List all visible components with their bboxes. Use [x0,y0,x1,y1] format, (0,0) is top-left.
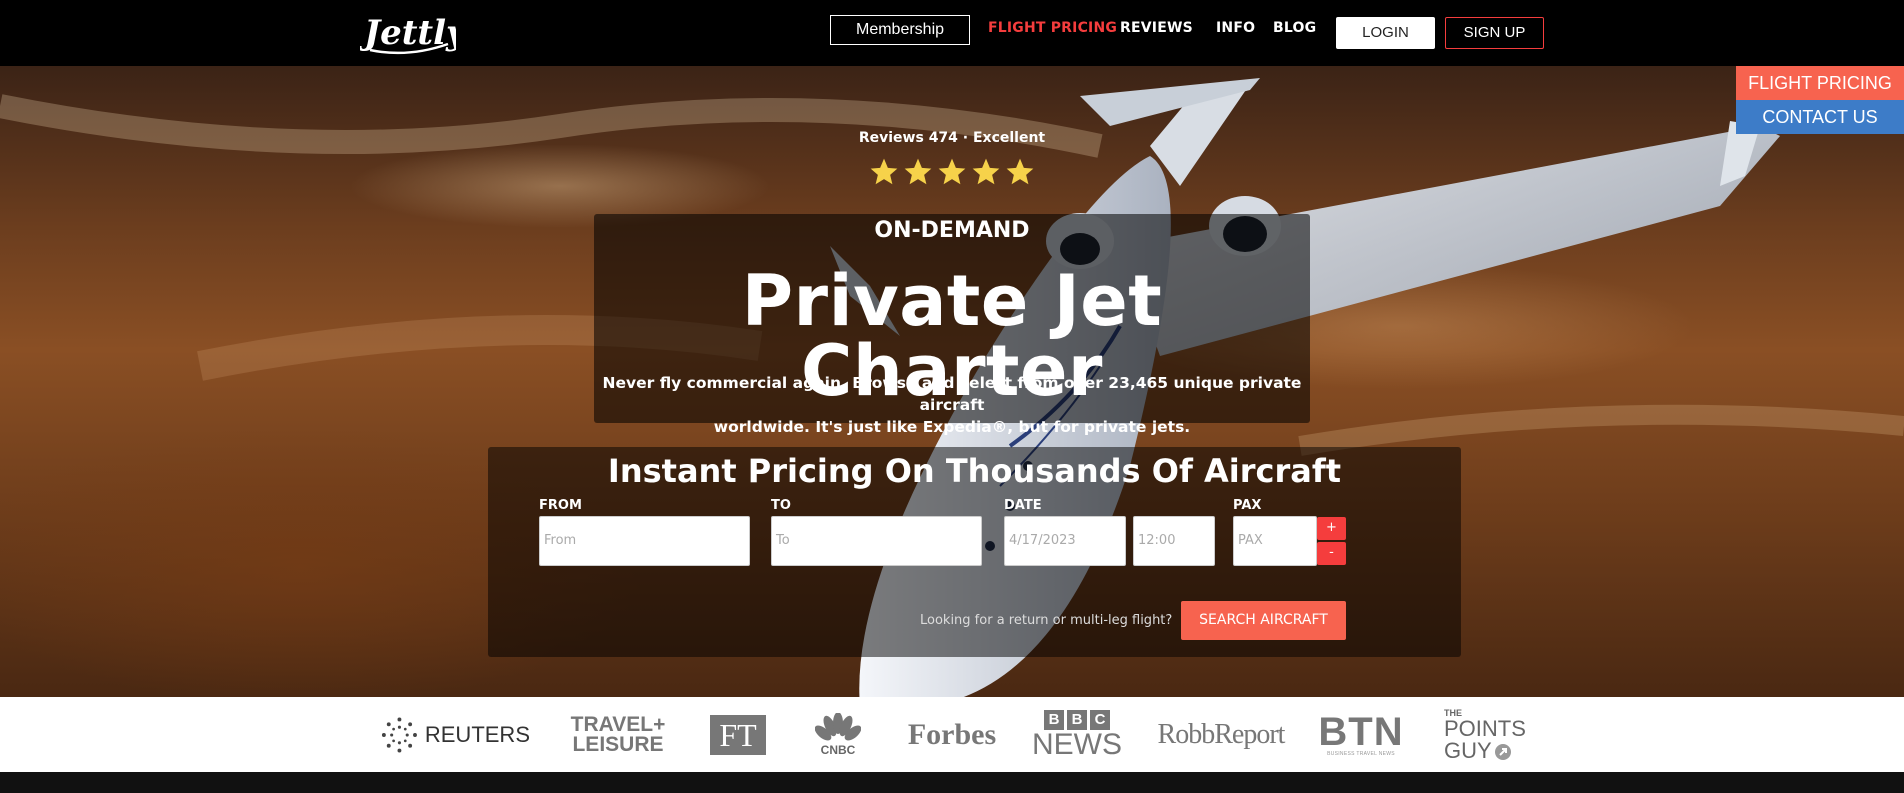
robb-report-text: RobbReport [1157,718,1286,750]
side-tab-flight-pricing[interactable]: FLIGHT PRICING [1736,66,1904,100]
travel-leisure-text: TRAVEL+ [570,712,666,736]
reviews-summary[interactable]: Reviews 474 · Excellent [0,130,1904,146]
nav-link-info[interactable]: INFO [1216,20,1255,36]
star-icon [972,158,1000,185]
from-input[interactable]: From [539,516,750,566]
cnbc-text: CNBC [820,742,856,757]
flight-search-form: Instant Pricing On Thousands Of Aircraft… [488,447,1461,657]
pax-label: PAX [1233,498,1262,513]
pax-input[interactable]: PAX [1233,516,1317,566]
hero-subtitle-line: worldwide. It's just like Expedia®, but … [713,418,1191,436]
btn-logo: BTN BUSINESS TRAVEL NEWS [1318,697,1404,772]
login-button[interactable]: LOGIN [1336,17,1435,49]
rating-stars [868,156,1036,188]
bbc-news-text: NEWS [1032,727,1122,761]
top-navbar: Jettly Membership FLIGHT PRICING REVIEWS… [0,0,1904,66]
from-label: FROM [539,498,582,513]
forbes-text: Forbes [907,717,997,751]
ft-text: FT [710,714,766,755]
side-tab-contact-us[interactable]: CONTACT US [1736,100,1904,134]
btn-text: BTN [1318,709,1404,754]
cnbc-peacock-icon [815,712,861,740]
date-label: DATE [1004,498,1042,513]
pax-increment-button[interactable]: + [1317,517,1346,540]
press-logos-bar: REUTERS TRAVEL+ LEISURE FT CNBC Forbes B… [0,697,1904,772]
reuters-text: REUTERS [424,721,530,747]
hero-subtitle-line: Never fly commercial again. Browse and s… [602,374,1302,414]
travel-leisure-text: LEISURE [572,732,664,756]
points-guy-text: POINTS [1444,715,1526,741]
reuters-logo: REUTERS [380,697,530,772]
date-input[interactable]: 4/17/2023 [1004,516,1126,566]
travel-leisure-logo: TRAVEL+ LEISURE [570,697,666,772]
dark-footer-strip [0,772,1904,793]
points-guy-line: GUY [1444,737,1512,763]
hero-subtitle: Never fly commercial again. Browse and s… [594,372,1310,438]
signup-button[interactable]: SIGN UP [1445,17,1544,49]
points-guy-text: GUY [1444,737,1492,763]
forbes-logo: Forbes [902,697,1002,772]
arrow-circle-icon [1494,743,1511,760]
points-guy-logo: THE POINTS GUY [1444,697,1526,772]
multi-leg-link[interactable]: Looking for a return or multi-leg flight… [920,613,1172,628]
btn-subtext: BUSINESS TRAVEL NEWS [1327,750,1395,757]
nav-link-flight-pricing[interactable]: FLIGHT PRICING [988,20,1117,36]
bbc-block: C [1090,709,1110,730]
membership-button[interactable]: Membership [830,15,970,45]
reuters-dots-icon [381,717,417,752]
star-icon [1006,158,1034,185]
hero-title-panel: ON-DEMAND Private Jet Charter Never fly … [594,214,1310,436]
robb-report-logo: RobbReport [1150,697,1292,772]
ft-logo: FT [710,697,766,772]
hero-section: Reviews 474 · Excellent ON-DEMAND Privat… [0,66,1904,697]
search-title: Instant Pricing On Thousands Of Aircraft [607,452,1342,490]
bbc-block: B [1067,709,1087,730]
bbc-news-logo: B B C NEWS [1032,697,1122,772]
to-input[interactable]: To [771,516,982,566]
bbc-block: B [1044,709,1064,730]
hero-eyebrow: ON-DEMAND [874,218,1030,243]
nav-link-blog[interactable]: BLOG [1273,20,1316,36]
pax-decrement-button[interactable]: - [1317,542,1346,565]
time-input[interactable]: 12:00 [1133,516,1215,566]
cnbc-logo: CNBC [810,697,866,772]
nav-link-reviews[interactable]: REVIEWS [1120,20,1193,36]
star-icon [938,158,966,185]
to-label: TO [771,498,791,513]
jettly-logo[interactable]: Jettly [360,8,456,56]
star-icon [870,158,898,185]
bbc-blocks: B B C [1044,709,1110,730]
search-aircraft-button[interactable]: SEARCH AIRCRAFT [1181,601,1346,640]
star-icon [904,158,932,185]
